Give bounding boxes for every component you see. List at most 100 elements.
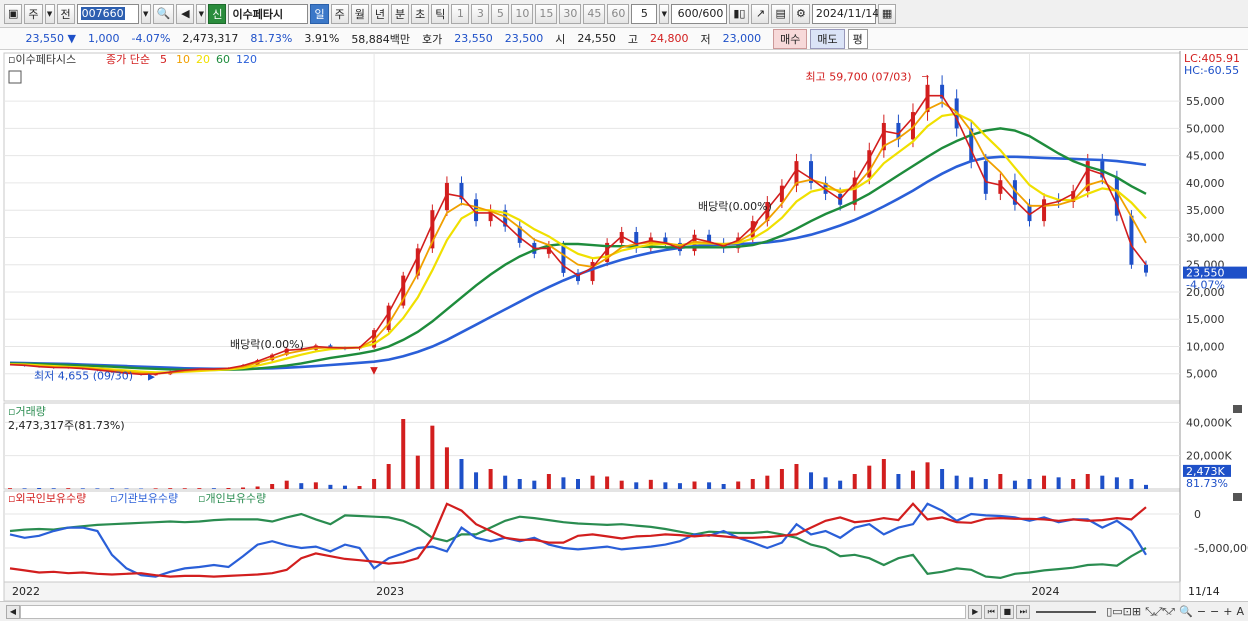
main-toolbar: ▣ 주 ▼ 전 007660 ▼ 🔍 ◀ ▼ 신 이수페타시 일 주 월 년 분…: [0, 0, 1248, 28]
interval-10[interactable]: 10: [511, 3, 534, 24]
holdings-legend-0: ▫외국인보유수량: [8, 492, 86, 505]
volume-bar: [328, 484, 333, 489]
volume-bar: [721, 484, 726, 489]
grid-icon[interactable]: ▯▭⊡⊞: [1106, 605, 1141, 618]
low-arrow: ▶: [148, 373, 155, 383]
interval-5[interactable]: 5: [491, 3, 510, 24]
ask-price: 23,550: [454, 32, 493, 45]
volume-bar: [634, 482, 639, 489]
high-label: 고: [627, 32, 639, 46]
calendar-icon[interactable]: ▦: [877, 3, 897, 24]
gear-icon[interactable]: ⚙: [791, 3, 810, 24]
panel-close-icon: [1233, 405, 1242, 413]
tab-month[interactable]: 월: [350, 3, 369, 24]
volume-bar: [8, 488, 12, 489]
interval-3[interactable]: 3: [471, 3, 490, 24]
interval-15[interactable]: 15: [535, 3, 558, 24]
volume-bar: [881, 459, 886, 489]
volume-bar: [182, 488, 187, 489]
interval-input[interactable]: 5: [631, 3, 658, 24]
chevron-down-icon[interactable]: ▼: [196, 3, 207, 24]
tab-tick[interactable]: 틱: [431, 3, 450, 24]
dividend-marker: ▼: [370, 365, 378, 376]
legend-ma-60: 60: [216, 53, 230, 66]
low-annotation: 최저 4,655 (09/30): [34, 370, 133, 383]
volume-bar: [459, 459, 464, 489]
volume-bar: [940, 469, 945, 489]
volume-bar: [444, 447, 449, 489]
tab-minute[interactable]: 분: [390, 3, 410, 24]
window-menu-icon[interactable]: ▣: [4, 3, 23, 24]
line-tools-icon[interactable]: ⤡⤢⤣⤤: [1145, 605, 1175, 619]
change-value: 1,000: [88, 32, 120, 45]
average-button[interactable]: 평: [847, 28, 868, 49]
count-value: 600: [677, 7, 699, 20]
draw-icon[interactable]: ↗: [751, 3, 770, 24]
holdings-tick-label: 0: [1194, 508, 1201, 521]
rewind-icon[interactable]: ⏮: [984, 604, 999, 619]
tab-day[interactable]: 일: [310, 3, 329, 24]
tab-week[interactable]: 주: [330, 3, 349, 24]
scroll-left-icon[interactable]: ◀: [6, 604, 20, 619]
volume-title: ▫거래량: [8, 405, 46, 418]
legend-ma-120: 120: [236, 53, 257, 66]
zoom-out-alt-icon[interactable]: −: [1210, 605, 1219, 618]
count-total: /600: [698, 7, 724, 20]
volume-tick-label: 40,000K: [1186, 416, 1232, 429]
x-axis-label: 2022: [12, 585, 40, 598]
interval-60[interactable]: 60: [607, 3, 630, 24]
date-input[interactable]: 2024/11/14: [811, 3, 879, 24]
bid-label: 호가: [422, 32, 443, 46]
volume-bar: [488, 469, 493, 489]
market-select[interactable]: 주: [24, 3, 43, 24]
volume-bar: [1129, 479, 1134, 489]
interval-30[interactable]: 30: [559, 3, 582, 24]
tab-second[interactable]: 초: [411, 3, 430, 24]
speaker-icon[interactable]: ◀: [176, 3, 195, 24]
save-icon[interactable]: ▤: [771, 3, 790, 24]
interval-45[interactable]: 45: [583, 3, 606, 24]
zoom-slider[interactable]: [1036, 610, 1097, 613]
horizontal-scrollbar[interactable]: [20, 604, 967, 619]
volume-bar: [736, 481, 741, 489]
count-input[interactable]: 600/600: [671, 3, 728, 24]
volume-bar: [299, 483, 304, 489]
zoom-out-icon[interactable]: −: [1197, 605, 1206, 618]
volume-bar: [226, 488, 231, 489]
volume-bar: [313, 482, 318, 489]
buy-button[interactable]: 매수: [773, 28, 808, 49]
chevron-down-icon[interactable]: ▼: [659, 3, 670, 24]
chevron-down-icon[interactable]: ▼: [140, 3, 151, 24]
volume-bar: [779, 469, 784, 489]
volume-bar: [22, 488, 27, 489]
tab-year[interactable]: 년: [370, 3, 389, 24]
stock-code-input[interactable]: 007660: [76, 3, 139, 24]
chevron-down-icon[interactable]: ▼: [44, 3, 55, 24]
play-icon[interactable]: ▶: [968, 604, 983, 619]
price-tick-label: 10,000: [1186, 340, 1225, 353]
legend-ma-label: 종가 단순: [106, 53, 150, 66]
search-icon[interactable]: 🔍: [152, 3, 175, 24]
sell-button[interactable]: 매도: [810, 28, 845, 49]
candle-icon[interactable]: ▮▯: [729, 3, 750, 24]
volume-bar: [896, 474, 901, 489]
stop-icon[interactable]: ■: [1000, 604, 1015, 619]
zoom-in-icon[interactable]: +: [1223, 605, 1232, 618]
interval-1[interactable]: 1: [451, 3, 470, 24]
forward-icon[interactable]: ⏭: [1016, 604, 1031, 619]
current-pct-label: -4.07%: [1186, 279, 1225, 292]
volume-bar: [197, 488, 202, 489]
low-label: 저: [700, 32, 711, 46]
price-value: 23,550: [25, 32, 65, 45]
volume-bar: [998, 474, 1003, 489]
volume-bar: [867, 465, 872, 489]
font-size-icon[interactable]: A: [1236, 605, 1244, 618]
volume-bar: [124, 488, 129, 489]
chart-area[interactable]: 5,00010,00015,00020,00025,00030,00035,00…: [0, 51, 1248, 601]
x-axis-label: 2024: [1031, 585, 1059, 598]
prev-button[interactable]: 전: [56, 3, 75, 24]
turnover-pct: 3.91%: [304, 32, 340, 45]
holdings-legend-1: ▫기관보유수량: [110, 492, 178, 505]
search-icon[interactable]: 🔍: [1179, 605, 1193, 618]
volume-bar: [80, 488, 85, 489]
